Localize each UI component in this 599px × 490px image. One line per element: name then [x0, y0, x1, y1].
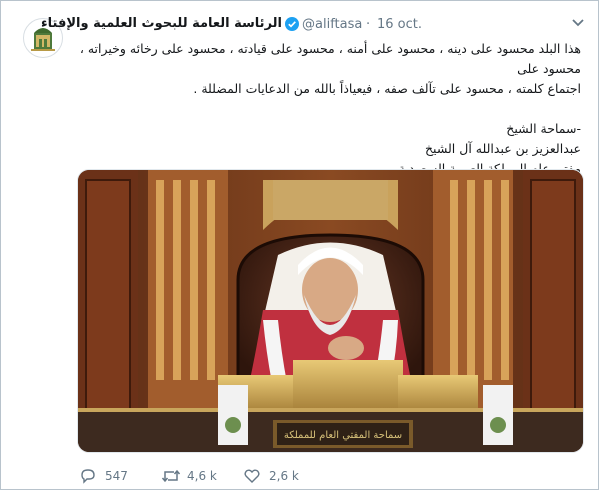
tweet-line: اجتماع كلمته ، محسود على تآلف صفه ، فيعي… — [193, 81, 581, 96]
verified-icon — [285, 17, 299, 31]
chevron-down-icon[interactable] — [571, 18, 585, 28]
retweet-count: 4,6 k — [187, 469, 217, 483]
like-icon — [244, 469, 260, 483]
reply-count: 547 — [105, 469, 128, 483]
photo-image: سماحة المفتي العام للمملكة — [78, 170, 583, 452]
signature-line: عبدالعزيز بن عبدالله آل الشيخ — [424, 141, 581, 156]
tweet-photo[interactable]: سماحة المفتي العام للمملكة — [77, 169, 584, 453]
nameplate-text: سماحة المفتي العام للمملكة — [284, 430, 402, 441]
separator-dot: · — [366, 17, 371, 32]
signature-line: -سماحة الشيخ — [506, 121, 581, 136]
retweet-icon — [161, 469, 181, 483]
tweet-text: هذا البلد محسود على دينه ، محسود على أمن… — [73, 39, 581, 179]
author-handle[interactable]: @aliftasa — [302, 17, 362, 32]
author-name[interactable]: الرئاسة العامة للبحوث العلمية والإفتاء — [41, 16, 282, 31]
tweet-header: الرئاسة العامة للبحوث العلمية والإفتاء @… — [41, 14, 589, 34]
reply-icon — [81, 469, 95, 484]
tweet-line: هذا البلد محسود على دينه ، محسود على أمن… — [79, 41, 581, 76]
tweet-card: الرئاسة العامة للبحوث العلمية والإفتاء @… — [0, 0, 599, 490]
like-count: 2,6 k — [269, 469, 299, 483]
tweet-date[interactable]: 16 oct. — [377, 17, 422, 32]
